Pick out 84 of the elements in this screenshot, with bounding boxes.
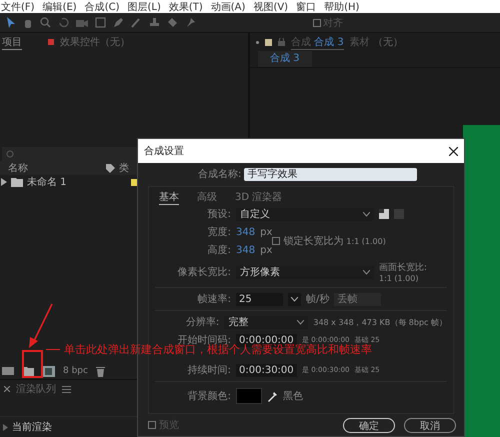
aspect-ratio-value: 1:1 (1.00) xyxy=(346,236,386,246)
expand-arrow-icon[interactable] xyxy=(1,178,7,186)
name-input-field[interactable]: 手写字效果 xyxy=(244,168,418,180)
column-header[interactable]: 名称 xyxy=(8,161,102,175)
background-color-swatch[interactable] xyxy=(236,388,262,404)
preview-checkbox[interactable] xyxy=(148,421,156,429)
menu-item[interactable]: 帮助(H) xyxy=(324,0,360,14)
menu-item[interactable]: 视图(V) xyxy=(253,0,288,14)
field-label: 持续时间: xyxy=(186,364,231,377)
lock-icon[interactable] xyxy=(278,38,285,46)
menu-item[interactable]: 文件(F) xyxy=(1,0,35,14)
unit-label: 帧/秒 xyxy=(306,292,330,306)
snap-checkbox[interactable] xyxy=(313,18,321,26)
caret-icon xyxy=(297,320,304,324)
caret-icon xyxy=(363,212,370,216)
eyedropper-icon[interactable] xyxy=(267,390,278,402)
rotate-icon[interactable] xyxy=(58,17,69,28)
menu-item[interactable]: 效果(T) xyxy=(168,0,203,14)
panel-tab[interactable]: 项目 xyxy=(2,34,22,50)
camera-icon[interactable] xyxy=(76,18,88,28)
section-title[interactable]: 当前渲染 xyxy=(12,420,52,434)
timecode-field[interactable]: 0:00:30:00 xyxy=(236,364,297,376)
resolution-dropdown[interactable]: 完整 xyxy=(224,316,308,328)
tag-icon xyxy=(106,164,115,172)
menu-item[interactable]: 图层(L) xyxy=(127,0,161,14)
selection-arrow-icon[interactable] xyxy=(6,16,16,28)
trash-icon[interactable] xyxy=(96,366,105,376)
field-label: 分辨率: xyxy=(184,316,220,329)
field-label: 像素长宽比: xyxy=(176,266,231,279)
menu-icon[interactable] xyxy=(62,386,71,392)
caret-icon xyxy=(363,270,370,274)
checkbox-label: 锁定长宽比为 xyxy=(283,234,344,248)
menu-item[interactable]: 合成(C) xyxy=(84,0,120,14)
zoom-icon[interactable] xyxy=(40,17,51,28)
field-label: 画面长宽比: xyxy=(379,262,428,274)
menu-item[interactable]: 动画(A) xyxy=(210,0,246,14)
field-label: 合成名称: xyxy=(198,168,242,181)
height-value[interactable]: 348 xyxy=(236,244,256,256)
folder-icon xyxy=(11,178,23,186)
settings-tab[interactable]: 基本 xyxy=(159,190,179,204)
unit-label: px xyxy=(260,226,272,238)
brush-icon[interactable] xyxy=(131,17,142,28)
menu-item[interactable]: 窗口 xyxy=(296,0,316,14)
effects-square-icon xyxy=(48,39,54,45)
dialog-button[interactable]: 取消 xyxy=(404,418,456,432)
caret-icon xyxy=(291,296,298,302)
field-label: 帧速率: xyxy=(196,292,231,306)
settings-tab[interactable]: 3D 渲染器 xyxy=(235,190,282,204)
rectangle-tool-icon[interactable] xyxy=(95,17,106,28)
search-icon xyxy=(6,150,15,158)
frame-rate-field[interactable]: 25 xyxy=(236,292,283,306)
field-label: 开始时间码: xyxy=(178,334,231,346)
settings-tab[interactable]: 高级 xyxy=(197,190,217,204)
eraser-icon[interactable] xyxy=(167,17,178,28)
unit-label: px xyxy=(260,244,272,256)
leader-line xyxy=(46,349,60,350)
frame-aspect-value: 1:1 (1.00) xyxy=(379,274,420,283)
pen-icon[interactable] xyxy=(113,17,124,28)
pin-icon[interactable] xyxy=(185,17,196,28)
save-preset-icon[interactable] xyxy=(379,209,389,219)
field-label: 高度: xyxy=(206,244,231,257)
frame-rate-dropdown[interactable] xyxy=(288,292,301,306)
width-value[interactable]: 348 xyxy=(236,226,256,238)
preset-dropdown[interactable]: 自定义 xyxy=(236,208,374,220)
viewer-tab[interactable]: 合成 合成 3 xyxy=(291,34,344,50)
field-label: 宽度: xyxy=(206,226,231,239)
new-composition-icon[interactable] xyxy=(42,366,55,376)
lock-aspect-checkbox[interactable] xyxy=(272,237,280,245)
highlight-box xyxy=(22,350,43,378)
field-label: 背景颜色: xyxy=(186,390,231,403)
composition-icon xyxy=(265,38,272,46)
dialog-title: 合成设置 xyxy=(144,144,184,158)
field-label: 预设: xyxy=(206,208,231,221)
bit-depth-button[interactable]: 8 bpc xyxy=(63,366,88,376)
resolution-info: 348 x 348，473 KB（每 8bpc 帧） xyxy=(313,316,447,328)
column-header[interactable]: 类 xyxy=(119,161,129,175)
composition-tab[interactable]: 合成 3 xyxy=(258,51,312,67)
color-name: 黑色 xyxy=(283,390,303,403)
stamp-icon[interactable] xyxy=(149,17,160,28)
annotation-arrow xyxy=(28,303,54,349)
menu-item[interactable]: 编辑(E) xyxy=(42,0,77,14)
dialog-button[interactable]: 确定 xyxy=(343,418,395,432)
pixel-aspect-dropdown[interactable]: 方形像素 xyxy=(236,266,374,278)
folder-name[interactable]: 未命名 1 xyxy=(27,175,127,189)
